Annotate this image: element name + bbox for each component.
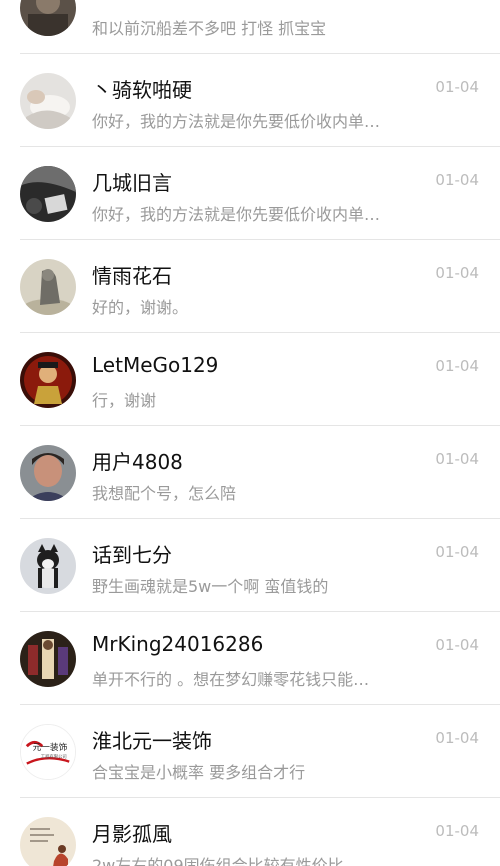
message-preview: 合宝宝是小概率 要多组合才行 — [92, 763, 306, 782]
conversation-row[interactable]: 用户4808 01-04 我想配个号，怎么陪 — [0, 426, 500, 519]
message-preview: 我想配个号，怎么陪 — [92, 484, 237, 503]
avatar — [20, 0, 76, 36]
contact-name: 几城旧言 — [92, 171, 172, 195]
message-time: 01-04 — [435, 171, 479, 189]
contact-name: 情雨花石 — [92, 264, 172, 288]
conversation-row[interactable]: 几城旧言 01-04 你好，我的方法就是你先要低价收内单… — [0, 147, 500, 240]
conversation-row[interactable]: 月影孤風 01-04 2w左右的09固伤组合比较有性价比 — [0, 798, 500, 866]
contact-name: 话到七分 — [92, 543, 172, 567]
message-preview: 单开不行的 。想在梦幻赚零花钱只能… — [92, 670, 370, 689]
avatar: 元一装饰 工程有限公司 — [20, 724, 76, 780]
avatar — [20, 259, 76, 315]
contact-name: 月影孤風 — [92, 822, 172, 846]
contact-name: 淮北元一装饰 — [92, 729, 212, 753]
message-time: 01-04 — [435, 78, 479, 96]
message-time: 01-04 — [435, 729, 479, 747]
avatar — [20, 631, 76, 687]
message-preview: 野生画魂就是5w一个啊 蛮值钱的 — [92, 577, 329, 596]
avatar — [20, 352, 76, 408]
avatar-logo-subtext: 工程有限公司 — [41, 753, 67, 760]
avatar — [20, 445, 76, 501]
conversation-row[interactable]: 情雨花石 01-04 好的，谢谢。 — [0, 240, 500, 333]
avatar — [20, 538, 76, 594]
message-time: 01-04 — [435, 543, 479, 561]
contact-name: 用户4808 — [92, 450, 183, 474]
message-preview: 好的，谢谢。 — [92, 298, 189, 317]
message-time: 01-04 — [435, 636, 479, 654]
message-preview: 行，谢谢 — [92, 391, 157, 410]
message-preview: 你好，我的方法就是你先要低价收内单… — [92, 112, 381, 131]
avatar — [20, 73, 76, 129]
message-time: 01-04 — [435, 264, 479, 282]
conversation-row[interactable]: 丶骑软啪硬 01-04 你好，我的方法就是你先要低价收内单… — [0, 54, 500, 147]
message-preview: 你好，我的方法就是你先要低价收内单… — [92, 205, 381, 224]
contact-name: MrKing24016286 — [92, 632, 264, 656]
conversation-row[interactable]: 和以前沉船差不多吧 打怪 抓宝宝 — [0, 0, 500, 54]
message-time: 01-04 — [435, 357, 479, 375]
conversation-row[interactable]: 话到七分 01-04 野生画魂就是5w一个啊 蛮值钱的 — [0, 519, 500, 612]
conversation-row[interactable]: MrKing24016286 01-04 单开不行的 。想在梦幻赚零花钱只能… — [0, 612, 500, 705]
avatar-logo-text: 元一装饰 — [33, 741, 68, 753]
contact-name: 丶骑软啪硬 — [92, 78, 192, 102]
avatar — [20, 817, 76, 866]
message-time: 01-04 — [435, 822, 479, 840]
conversation-row[interactable]: LetMeGo129 01-04 行，谢谢 — [0, 333, 500, 426]
contact-name: LetMeGo129 — [92, 353, 219, 377]
message-preview: 和以前沉船差不多吧 打怪 抓宝宝 — [92, 19, 327, 38]
message-time: 01-04 — [435, 450, 479, 468]
avatar — [20, 166, 76, 222]
conversation-list: 和以前沉船差不多吧 打怪 抓宝宝 丶骑软啪硬 01-04 你好，我的方法就是你先… — [0, 0, 500, 866]
conversation-row[interactable]: 元一装饰 工程有限公司 淮北元一装饰 01-04 合宝宝是小概率 要多组合才行 — [0, 705, 500, 798]
message-preview: 2w左右的09固伤组合比较有性价比 — [92, 856, 344, 866]
